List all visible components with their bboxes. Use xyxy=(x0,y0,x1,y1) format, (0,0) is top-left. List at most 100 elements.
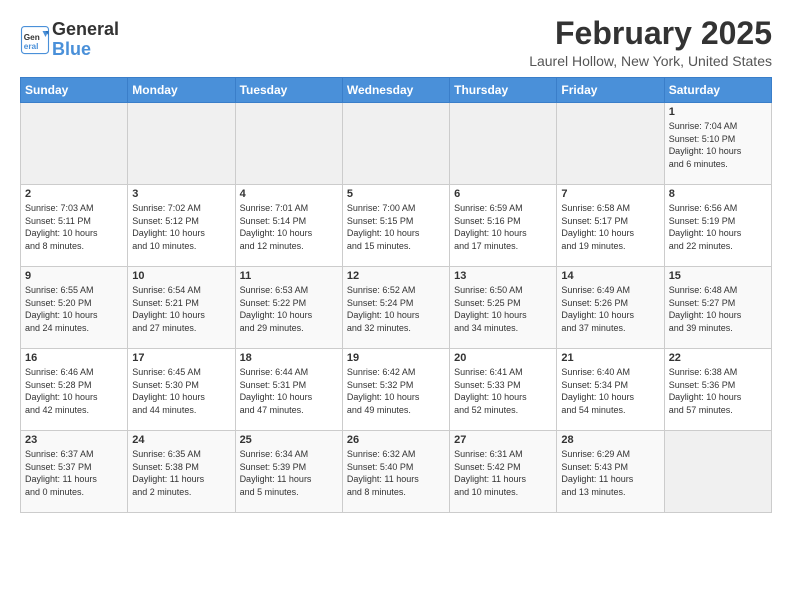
svg-text:eral: eral xyxy=(24,42,39,51)
calendar-cell xyxy=(342,103,449,185)
calendar-cell: 24 Sunrise: 6:35 AM Sunset: 5:38 PM Dayli… xyxy=(128,431,235,513)
day-info: Sunrise: 7:04 AM Sunset: 5:10 PM Dayligh… xyxy=(669,120,767,170)
day-info: Sunrise: 6:55 AM Sunset: 5:20 PM Dayligh… xyxy=(25,284,123,334)
calendar-cell: 14Sunrise: 6:49 AM Sunset: 5:26 PM Dayli… xyxy=(557,267,664,349)
day-info: Sunrise: 7:00 AM Sunset: 5:15 PM Dayligh… xyxy=(347,202,445,252)
day-number: 24 xyxy=(132,434,230,446)
calendar-cell: 10Sunrise: 6:54 AM Sunset: 5:21 PM Dayli… xyxy=(128,267,235,349)
day-info: Sunrise: 6:38 AM Sunset: 5:36 PM Dayligh… xyxy=(669,366,767,416)
day-number: 21 xyxy=(561,352,659,364)
weekday-header-wednesday: Wednesday xyxy=(342,78,449,103)
day-number: 17 xyxy=(132,352,230,364)
calendar-cell xyxy=(664,431,771,513)
calendar-cell: 3 Sunrise: 7:02 AM Sunset: 5:12 PM Daylig… xyxy=(128,185,235,267)
day-info: Sunrise: 7:03 AM Sunset: 5:11 PM Dayligh… xyxy=(25,202,123,252)
day-info: Sunrise: 6:34 AM Sunset: 5:39 PM Dayligh… xyxy=(240,448,338,498)
day-number: 26 xyxy=(347,434,445,446)
calendar-cell: 23 Sunrise: 6:37 AM Sunset: 5:37 PM Dayli… xyxy=(21,431,128,513)
logo-text: General Blue xyxy=(52,20,119,60)
calendar-cell: 20 Sunrise: 6:41 AM Sunset: 5:33 PM Dayli… xyxy=(450,349,557,431)
day-info: Sunrise: 6:58 AM Sunset: 5:17 PM Dayligh… xyxy=(561,202,659,252)
day-info: Sunrise: 6:31 AM Sunset: 5:42 PM Dayligh… xyxy=(454,448,552,498)
day-number: 8 xyxy=(669,188,767,200)
day-number: 1 xyxy=(669,106,767,118)
calendar-cell: 25Sunrise: 6:34 AM Sunset: 5:39 PM Dayli… xyxy=(235,431,342,513)
day-number: 16 xyxy=(25,352,123,364)
header: Gen eral General Blue February 2025 Laur… xyxy=(20,16,772,69)
calendar-cell: 27Sunrise: 6:31 AM Sunset: 5:42 PM Dayli… xyxy=(450,431,557,513)
day-number: 7 xyxy=(561,188,659,200)
calendar-cell: 18 Sunrise: 6:44 AM Sunset: 5:31 PM Dayli… xyxy=(235,349,342,431)
week-row-4: 23 Sunrise: 6:37 AM Sunset: 5:37 PM Dayli… xyxy=(21,431,772,513)
day-info: Sunrise: 6:48 AM Sunset: 5:27 PM Dayligh… xyxy=(669,284,767,334)
day-number: 12 xyxy=(347,270,445,282)
day-number: 11 xyxy=(240,270,338,282)
calendar-cell xyxy=(450,103,557,185)
calendar-cell xyxy=(557,103,664,185)
day-info: Sunrise: 6:44 AM Sunset: 5:31 PM Dayligh… xyxy=(240,366,338,416)
weekday-header-saturday: Saturday xyxy=(664,78,771,103)
calendar-cell: 8 Sunrise: 6:56 AM Sunset: 5:19 PM Daylig… xyxy=(664,185,771,267)
day-number: 13 xyxy=(454,270,552,282)
day-number: 9 xyxy=(25,270,123,282)
week-row-0: 1 Sunrise: 7:04 AM Sunset: 5:10 PM Daylig… xyxy=(21,103,772,185)
calendar-cell xyxy=(235,103,342,185)
day-info: Sunrise: 7:01 AM Sunset: 5:14 PM Dayligh… xyxy=(240,202,338,252)
day-number: 3 xyxy=(132,188,230,200)
calendar-cell xyxy=(21,103,128,185)
day-info: Sunrise: 6:50 AM Sunset: 5:25 PM Dayligh… xyxy=(454,284,552,334)
day-info: Sunrise: 6:40 AM Sunset: 5:34 PM Dayligh… xyxy=(561,366,659,416)
calendar-cell: 22 Sunrise: 6:38 AM Sunset: 5:36 PM Dayli… xyxy=(664,349,771,431)
day-info: Sunrise: 6:59 AM Sunset: 5:16 PM Dayligh… xyxy=(454,202,552,252)
day-info: Sunrise: 6:29 AM Sunset: 5:43 PM Dayligh… xyxy=(561,448,659,498)
calendar-cell: 1 Sunrise: 7:04 AM Sunset: 5:10 PM Daylig… xyxy=(664,103,771,185)
day-number: 2 xyxy=(25,188,123,200)
week-row-2: 9 Sunrise: 6:55 AM Sunset: 5:20 PM Daylig… xyxy=(21,267,772,349)
day-info: Sunrise: 6:35 AM Sunset: 5:38 PM Dayligh… xyxy=(132,448,230,498)
calendar-cell: 13 Sunrise: 6:50 AM Sunset: 5:25 PM Dayli… xyxy=(450,267,557,349)
day-number: 22 xyxy=(669,352,767,364)
day-number: 19 xyxy=(347,352,445,364)
calendar-cell: 16Sunrise: 6:46 AM Sunset: 5:28 PM Dayli… xyxy=(21,349,128,431)
month-title: February 2025 xyxy=(529,16,772,51)
day-info: Sunrise: 6:53 AM Sunset: 5:22 PM Dayligh… xyxy=(240,284,338,334)
calendar-cell: 19Sunrise: 6:42 AM Sunset: 5:32 PM Dayli… xyxy=(342,349,449,431)
calendar-cell: 9 Sunrise: 6:55 AM Sunset: 5:20 PM Daylig… xyxy=(21,267,128,349)
day-info: Sunrise: 6:41 AM Sunset: 5:33 PM Dayligh… xyxy=(454,366,552,416)
page: Gen eral General Blue February 2025 Laur… xyxy=(0,0,792,612)
calendar-cell: 15 Sunrise: 6:48 AM Sunset: 5:27 PM Dayli… xyxy=(664,267,771,349)
day-number: 6 xyxy=(454,188,552,200)
day-number: 18 xyxy=(240,352,338,364)
day-number: 20 xyxy=(454,352,552,364)
location-title: Laurel Hollow, New York, United States xyxy=(529,53,772,69)
weekday-header-row: SundayMondayTuesdayWednesdayThursdayFrid… xyxy=(21,78,772,103)
day-info: Sunrise: 7:02 AM Sunset: 5:12 PM Dayligh… xyxy=(132,202,230,252)
calendar-cell: 28Sunrise: 6:29 AM Sunset: 5:43 PM Dayli… xyxy=(557,431,664,513)
day-number: 10 xyxy=(132,270,230,282)
day-number: 4 xyxy=(240,188,338,200)
calendar-cell xyxy=(128,103,235,185)
day-number: 14 xyxy=(561,270,659,282)
week-row-1: 2 Sunrise: 7:03 AM Sunset: 5:11 PM Daylig… xyxy=(21,185,772,267)
calendar-cell: 4 Sunrise: 7:01 AM Sunset: 5:14 PM Daylig… xyxy=(235,185,342,267)
weekday-header-thursday: Thursday xyxy=(450,78,557,103)
weekday-header-monday: Monday xyxy=(128,78,235,103)
calendar-cell: 21 Sunrise: 6:40 AM Sunset: 5:34 PM Dayli… xyxy=(557,349,664,431)
svg-text:Gen: Gen xyxy=(24,33,40,42)
title-block: February 2025 Laurel Hollow, New York, U… xyxy=(529,16,772,69)
day-info: Sunrise: 6:56 AM Sunset: 5:19 PM Dayligh… xyxy=(669,202,767,252)
day-info: Sunrise: 6:32 AM Sunset: 5:40 PM Dayligh… xyxy=(347,448,445,498)
calendar-cell: 6 Sunrise: 6:59 AM Sunset: 5:16 PM Daylig… xyxy=(450,185,557,267)
weekday-header-tuesday: Tuesday xyxy=(235,78,342,103)
day-number: 15 xyxy=(669,270,767,282)
weekday-header-friday: Friday xyxy=(557,78,664,103)
calendar-cell: 2 Sunrise: 7:03 AM Sunset: 5:11 PM Daylig… xyxy=(21,185,128,267)
logo: Gen eral General Blue xyxy=(20,20,119,60)
day-number: 23 xyxy=(25,434,123,446)
calendar-cell: 12Sunrise: 6:52 AM Sunset: 5:24 PM Dayli… xyxy=(342,267,449,349)
calendar-cell: 11 Sunrise: 6:53 AM Sunset: 5:22 PM Dayli… xyxy=(235,267,342,349)
day-number: 5 xyxy=(347,188,445,200)
day-info: Sunrise: 6:37 AM Sunset: 5:37 PM Dayligh… xyxy=(25,448,123,498)
week-row-3: 16Sunrise: 6:46 AM Sunset: 5:28 PM Dayli… xyxy=(21,349,772,431)
calendar-cell: 26 Sunrise: 6:32 AM Sunset: 5:40 PM Dayli… xyxy=(342,431,449,513)
